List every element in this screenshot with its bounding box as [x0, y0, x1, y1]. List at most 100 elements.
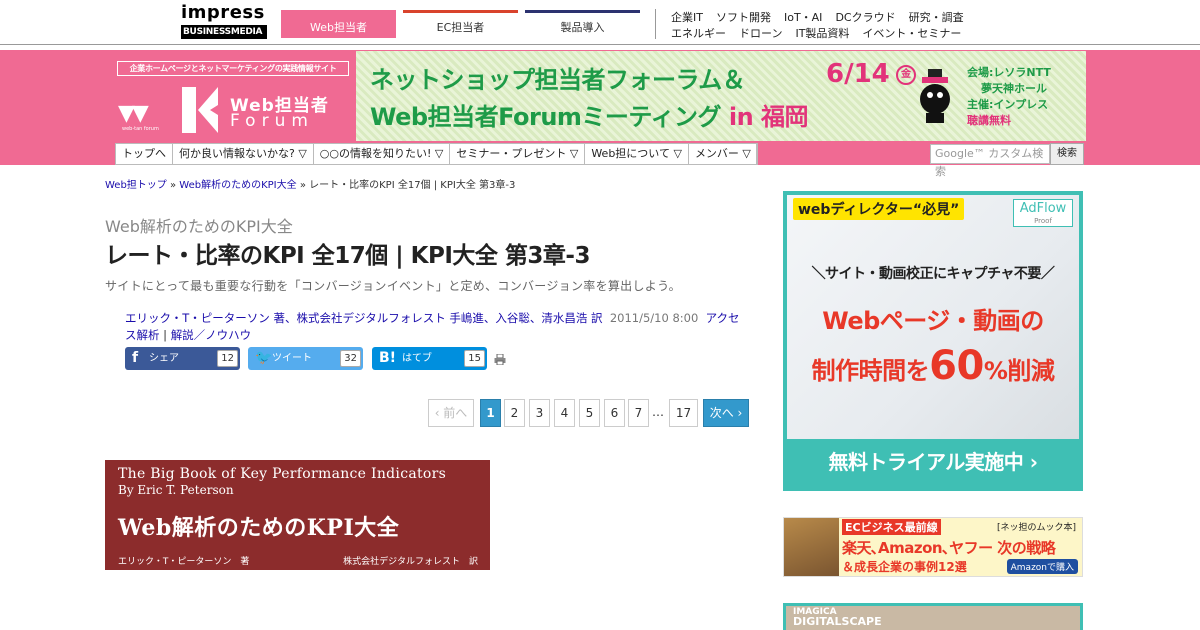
category-link[interactable]: IoT・AI	[784, 11, 822, 24]
main-nav: トップへ 何か良い情報ないかな? ▽ ○○の情報を知りたい! ▽ セミナー・プレ…	[115, 143, 758, 165]
book-japanese-title: Web解析のためのKPI大全	[118, 515, 400, 541]
pager-prev-button: ‹ 前へ	[428, 399, 474, 427]
pager-next-button[interactable]: 次へ ›	[703, 399, 749, 427]
pager-page-6[interactable]: 6	[604, 399, 625, 427]
ad1-line3-number: 60	[929, 343, 984, 389]
ad1-line3-c: %削減	[983, 357, 1055, 385]
event-banner[interactable]: ネットショップ担当者フォーラム＆ Web担当者Forumミーティング in 福岡…	[356, 51, 1086, 141]
tab-web-tantousha[interactable]: Web担当者	[281, 10, 396, 38]
category-link[interactable]: 研究・調査	[909, 11, 964, 24]
pager-page-last[interactable]: 17	[669, 399, 698, 427]
hatena-icon: B!	[379, 350, 397, 366]
pager-ellipsis: …	[652, 405, 664, 419]
ad2-line2: ＆成長企業の事例12選	[842, 560, 967, 574]
author-link[interactable]: エリック・T・ピーターソン 著、株式会社デジタルフォレスト 手嶋進、入谷聡、清水…	[125, 311, 603, 325]
facebook-share-label: シェア	[149, 353, 179, 364]
ad1-line1: ＼サイト・動画校正にキャプチャ不要／	[811, 266, 1055, 282]
imagica-ad[interactable]: IMAGICA DIGITALSCAPE	[783, 603, 1083, 630]
nav-item-about[interactable]: Web担について ▽	[585, 144, 689, 164]
book-cover-banner: The Big Book of Key Performance Indicato…	[105, 460, 490, 570]
adflow-ad[interactable]: webディレクター“必見” AdFlow Proof ＼サイト・動画校正にキャプチ…	[783, 191, 1083, 491]
hatena-bookmark-label: はてブ	[402, 353, 432, 364]
pager-page-3[interactable]: 3	[529, 399, 550, 427]
ad2-line1: 楽天､Amazon､ヤフー 次の戦略	[842, 539, 1056, 557]
article-lead: サイトにとって最も重要な行動を「コンバージョンイベント」と定め、コンバージョン率…	[105, 279, 681, 293]
pager-page-7[interactable]: 7	[628, 399, 649, 427]
banner-line2: Web担当者Forumミーティング in 福岡	[370, 97, 809, 132]
facebook-share-button[interactable]: f シェア 12	[125, 347, 240, 370]
book-japanese-translator: 株式会社デジタルフォレスト 訳	[343, 557, 478, 567]
ad1-headline: webディレクター“必見”	[793, 198, 965, 220]
nav-item-member[interactable]: メンバー ▽	[689, 144, 757, 164]
divider	[655, 9, 656, 39]
category-link[interactable]: DCクラウド	[835, 11, 895, 24]
category-link[interactable]: ソフト開発	[716, 11, 771, 24]
impress-logo[interactable]: impress BUSINESSMEDIA	[181, 3, 267, 41]
breadcrumb-separator: »	[296, 180, 310, 191]
facebook-share-count: 12	[217, 350, 238, 367]
category-link-howto[interactable]: 解説／ノウハウ	[171, 328, 252, 342]
web-tan-logo-sub: web-tan forum	[122, 126, 159, 132]
category-link[interactable]: イベント・セミナー	[862, 27, 961, 40]
pager-page-4[interactable]: 4	[554, 399, 575, 427]
web-tan-k-icon	[182, 87, 218, 133]
print-icon[interactable]	[494, 354, 506, 365]
banner-line1: ネットショップ担当者フォーラム＆	[370, 66, 746, 94]
twitter-tweet-count: 32	[340, 350, 361, 367]
category-link[interactable]: 企業IT	[671, 11, 703, 24]
web-tan-logo[interactable]: ▼▼ web-tan forum Web担当者 Forum	[118, 83, 353, 138]
ec-book-ad[interactable]: ECビジネス最前線 [ネッ担のムック本] 楽天､Amazon､ヤフー 次の戦略 …	[783, 517, 1083, 577]
pager-page-5[interactable]: 5	[579, 399, 600, 427]
category-link[interactable]: IT製品資料	[795, 27, 849, 40]
banner-line2-city: in 福岡	[728, 103, 809, 131]
web-tan-mark-icon: ▼▼	[118, 101, 149, 126]
category-links: 企業IT ソフト開発 IoT・AI DCクラウド 研究・調査 エネルギー ドローン IT製品…	[671, 10, 977, 42]
ad3-text: IMAGICA DIGITALSCAPE	[793, 607, 882, 627]
ad3-text-line2: DIGITALSCAPE	[793, 615, 882, 628]
nav-item-seminar[interactable]: セミナー・プレゼント ▽	[450, 144, 586, 164]
twitter-tweet-button[interactable]: 🐦 ツイート 32	[248, 347, 363, 370]
pager-page-2[interactable]: 2	[504, 399, 525, 427]
publish-date: 2011/5/10 8:00	[609, 311, 699, 325]
category-link[interactable]: ドローン	[739, 27, 782, 40]
article-byline: エリック・T・ピーターソン 著、株式会社デジタルフォレスト 手嶋進、入谷聡、清水…	[125, 310, 745, 344]
breadcrumb-parent[interactable]: Web解析のためのKPI大全	[179, 180, 296, 191]
adflow-logo-sub: Proof	[1034, 217, 1052, 225]
impress-logo-text: impress	[181, 2, 265, 23]
adflow-logo-text: AdFlow	[1019, 201, 1067, 216]
search-input[interactable]: Google™ カスタム検索	[930, 144, 1050, 178]
breadcrumb: Web担トップ » Web解析のためのKPI大全 » レート・比率のKPI 全1…	[105, 176, 515, 191]
hatena-bookmark-count: 15	[464, 350, 485, 367]
web-tan-logo-line2: Forum	[230, 111, 314, 131]
site-tagline: 企業ホームページとネットマーケティングの実践情報サイト	[117, 61, 349, 76]
ad1-cta[interactable]: 無料トライアル実施中 ›	[783, 446, 1083, 475]
nav-item-want-info[interactable]: ○○の情報を知りたい! ▽	[314, 144, 451, 164]
pager-page-1[interactable]: 1	[480, 399, 501, 427]
banner-venue-line2: 夢天神ホール	[981, 82, 1047, 95]
banner-weekday: 金	[896, 65, 916, 85]
breadcrumb-home[interactable]: Web担トップ	[105, 180, 167, 191]
banner-date: 6/14	[826, 59, 890, 89]
series-title: Web解析のためのKPI大全	[105, 217, 293, 236]
cat-photo	[784, 518, 839, 576]
banner-host: 主催:インプレス	[967, 98, 1049, 111]
mascot-icon	[920, 69, 950, 123]
hatena-bookmark-button[interactable]: B! はてブ 15	[372, 347, 487, 370]
twitter-tweet-label: ツイート	[272, 353, 312, 364]
banner-line2-main: Web担当者Forumミーティング	[370, 103, 729, 131]
amazon-buy-button[interactable]: Amazonで購入	[1006, 559, 1078, 574]
category-separator: |	[159, 328, 171, 342]
tab-seihin-dounyu[interactable]: 製品導入	[525, 10, 640, 38]
category-link[interactable]: エネルギー	[671, 27, 726, 40]
top-bar: impress BUSINESSMEDIA Web担当者 EC担当者 製品導入 …	[0, 0, 1200, 45]
search-button[interactable]: 検索	[1050, 143, 1084, 165]
nav-item-top[interactable]: トップへ	[116, 144, 173, 164]
book-english-title: The Big Book of Key Performance Indicato…	[118, 466, 447, 482]
twitter-bird-icon: 🐦	[255, 350, 273, 366]
banner-free: 聴講無料	[967, 114, 1011, 127]
nav-item-good-info[interactable]: 何か良い情報ないかな? ▽	[173, 144, 314, 164]
tab-ec-tantousha[interactable]: EC担当者	[403, 10, 518, 38]
page-title: レート・比率のKPI 全17個 | KPI大全 第3章-3	[105, 243, 590, 269]
facebook-icon: f	[132, 350, 139, 366]
ad1-line3: 制作時間を60%削減	[789, 343, 1077, 389]
